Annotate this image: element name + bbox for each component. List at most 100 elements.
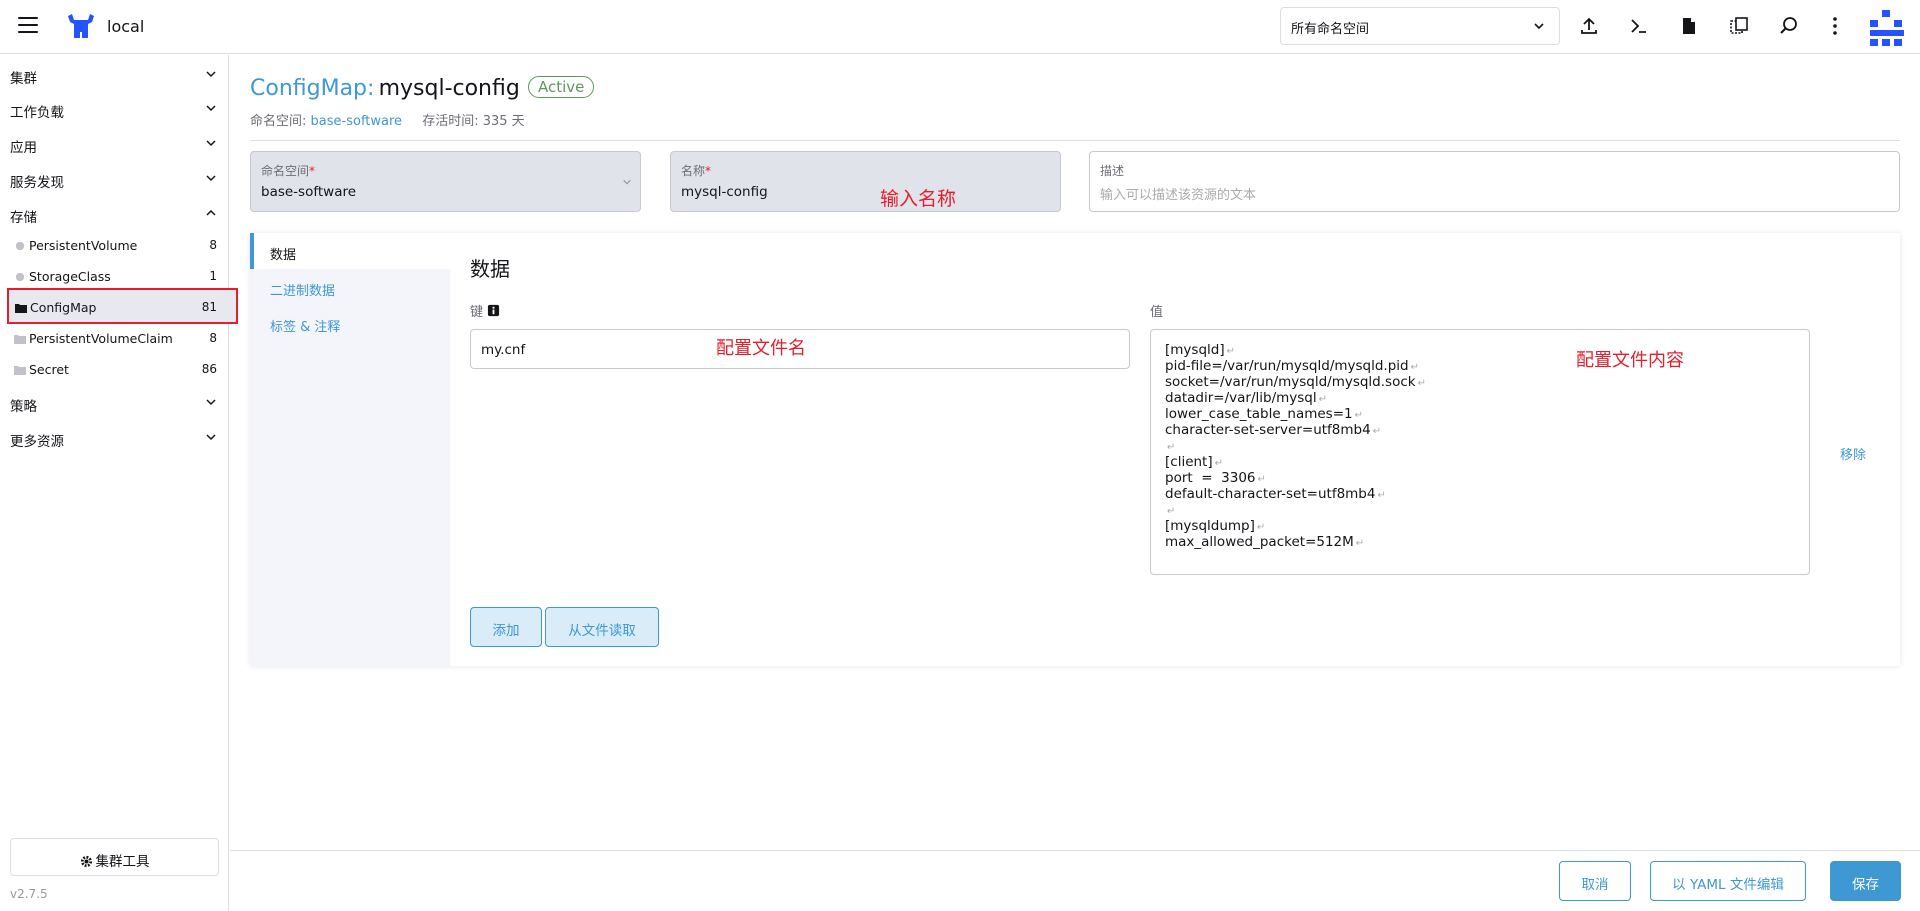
page-title: ConfigMap: mysql-config Active — [250, 76, 595, 106]
value-line: max_allowed_packet=512M ↵ — [1165, 534, 1795, 550]
tab-binary-data[interactable]: 二进制数据 — [250, 269, 450, 305]
namespace-field-label: 命名空间 — [261, 164, 310, 178]
return-icon: ↵ — [1354, 410, 1363, 421]
circle-icon — [15, 241, 25, 251]
folder-icon — [14, 335, 26, 344]
terminal-icon[interactable] — [1628, 15, 1650, 37]
sidebar-group-label: 集群 — [10, 71, 37, 87]
required-mark: * — [309, 164, 316, 178]
value-textarea[interactable]: [mysqld] ↵ pid-file=/var/run/mysqld/mysql… — [1150, 329, 1810, 575]
remove-link[interactable]: 移除 — [1840, 444, 1866, 463]
return-icon: ↵ — [1256, 522, 1266, 533]
age-text: 存活时间: 335 天 — [422, 114, 525, 129]
chevron-down-icon — [206, 71, 216, 78]
folder-icon — [15, 304, 27, 313]
page-title-name: mysql-config — [378, 76, 520, 101]
sidebar-group-label: 工作负载 — [10, 105, 64, 121]
return-icon: ↵ — [1372, 426, 1382, 437]
read-from-file-button[interactable]: 从文件读取 — [545, 607, 659, 647]
value-line-text: [client] — [1165, 454, 1213, 470]
annotation-key-hint: 配置文件名 — [716, 338, 806, 359]
save-button[interactable]: 保存 — [1830, 861, 1901, 901]
sidebar-group-apps[interactable]: 应用 — [0, 127, 229, 157]
tab-labels-annotations[interactable]: 标签 & 注释 — [250, 305, 450, 341]
return-icon: ↵ — [1417, 378, 1426, 389]
namespace-select[interactable]: 所有命名空间 — [1280, 7, 1560, 45]
return-icon: ↵ — [1214, 458, 1224, 469]
sidebar-group-policy[interactable]: 策略 — [0, 386, 229, 416]
copy-icon[interactable] — [1728, 15, 1750, 37]
sidebar-item-label: PersistentVolumeClaim — [29, 331, 173, 346]
sidebar-item-storageclass[interactable]: StorageClass 1 — [10, 263, 220, 289]
value-line-text: character-set-server=utf8mb4 — [1165, 422, 1371, 438]
sidebar-item-label: ConfigMap — [30, 300, 97, 315]
sidebar-group-service-discovery[interactable]: 服务发现 — [0, 162, 229, 192]
add-button[interactable]: 添加 — [470, 607, 542, 647]
sidebar-group-storage[interactable]: 存储 — [0, 197, 229, 227]
namespace-field[interactable]: 命名空间* base-software — [250, 151, 641, 212]
description-field[interactable]: 描述 输入可以描述该资源的文本 — [1089, 151, 1900, 212]
sidebar-item-label: StorageClass — [29, 269, 111, 284]
sidebar-item-secret[interactable]: Secret 86 — [10, 356, 220, 382]
menu-icon[interactable] — [18, 17, 38, 35]
return-icon: ↵ — [1257, 474, 1266, 485]
cluster-name[interactable]: local — [107, 17, 144, 36]
edit-yaml-button[interactable]: 以 YAML 文件编辑 — [1650, 861, 1806, 901]
version-text: v2.7.5 — [10, 887, 48, 901]
value-line-text: [mysqld] — [1165, 342, 1225, 358]
key-label-text: 键 — [470, 305, 484, 320]
search-icon[interactable] — [1778, 15, 1800, 37]
value-line: pid-file=/var/run/mysqld/mysqld.pid ↵ — [1165, 358, 1795, 374]
upload-icon[interactable] — [1578, 15, 1600, 37]
description-field-label: 描述 — [1100, 164, 1125, 178]
sidebar-group-workload[interactable]: 工作负载 — [0, 92, 229, 122]
value-line-text: lower_case_table_names=1 — [1165, 406, 1353, 422]
top-header: local 所有命名空间 — [0, 0, 1920, 54]
more-vertical-icon[interactable] — [1824, 15, 1846, 37]
annotation-name-hint: 输入名称 — [880, 188, 957, 210]
page-subtitle: 命名空间: base-software 存活时间: 335 天 — [250, 110, 525, 129]
sidebar-group-more-resources[interactable]: 更多资源 — [0, 421, 229, 451]
chevron-up-icon — [206, 209, 216, 216]
side-tabs: 数据 二进制数据 标签 & 注释 — [250, 233, 450, 666]
value-line: character-set-server=utf8mb4 ↵ — [1165, 422, 1795, 438]
chevron-down-icon — [1534, 23, 1544, 30]
divider — [250, 140, 1900, 141]
sidebar: 集群 工作负载 应用 服务发现 存储 PersistentVolume 8 St… — [0, 55, 238, 911]
gear-icon — [80, 855, 92, 868]
rancher-logo-icon[interactable] — [66, 12, 96, 40]
namespace-select-value: 所有命名空间 — [1291, 22, 1370, 37]
value-line-text: pid-file=/var/run/mysqld/mysqld.pid — [1165, 358, 1409, 374]
value-line: lower_case_table_names=1 ↵ — [1165, 406, 1795, 422]
name-field-value: mysql-config — [681, 184, 768, 200]
required-mark: * — [705, 164, 712, 178]
info-icon — [488, 304, 500, 317]
user-avatar-icon[interactable] — [1868, 8, 1908, 48]
file-icon[interactable] — [1678, 15, 1700, 37]
sidebar-item-configmap[interactable]: ConfigMap 81 — [7, 288, 238, 324]
value-column-label: 值 — [1150, 305, 1164, 320]
cancel-button[interactable]: 取消 — [1559, 861, 1631, 901]
return-icon: ↵ — [1410, 362, 1419, 373]
cluster-tools-label: 集群工具 — [95, 854, 150, 870]
cluster-tools-button[interactable]: 集群工具 — [10, 838, 219, 876]
sidebar-item-persistentvolumeclaim[interactable]: PersistentVolumeClaim 8 — [10, 325, 220, 351]
tab-data[interactable]: 数据 — [250, 233, 450, 269]
key-column-label: 键 — [470, 301, 500, 320]
sidebar-group-label: 应用 — [10, 140, 37, 156]
folder-icon — [14, 366, 26, 375]
value-line-text: datadir=/var/lib/mysql — [1165, 390, 1317, 406]
value-line: ↵ — [1165, 502, 1795, 518]
return-icon: ↵ — [1167, 442, 1176, 453]
page-title-kind[interactable]: ConfigMap: — [250, 76, 374, 101]
annotation-value-hint: 配置文件内容 — [1576, 350, 1684, 371]
name-field-label: 名称 — [681, 164, 706, 178]
namespace-link[interactable]: base-software — [311, 114, 403, 129]
sidebar-item-persistentvolume[interactable]: PersistentVolume 8 — [10, 232, 220, 258]
sidebar-group-label: 服务发现 — [10, 175, 64, 191]
chevron-down-icon — [623, 179, 631, 185]
chevron-down-icon — [206, 140, 216, 147]
value-line: datadir=/var/lib/mysql ↵ — [1165, 390, 1795, 406]
name-field[interactable]: 名称* mysql-config — [670, 151, 1061, 212]
sidebar-group-cluster[interactable]: 集群 — [0, 58, 229, 88]
